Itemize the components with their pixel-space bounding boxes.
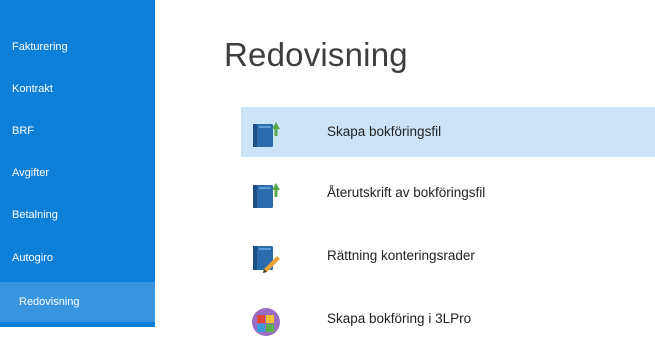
action-label: Skapa bokföring i 3LPro <box>327 311 472 326</box>
sidebar-item-avgifter[interactable]: Avgifter <box>0 153 155 193</box>
action-label: Skapa bokföringsfil <box>327 124 442 139</box>
book-upload-icon <box>250 117 282 149</box>
book-edit-icon <box>250 241 282 273</box>
action-aterutskrift-bokforingsfil[interactable]: Återutskrift av bokföringsfil <box>241 168 655 218</box>
sidebar-item-brf[interactable]: BRF <box>0 111 155 151</box>
page-title: Redovisning <box>224 36 408 73</box>
sidebar: Fakturering Kontrakt BRF Avgifter Betaln… <box>0 0 155 327</box>
sidebar-item-redovisning[interactable]: Redovisning <box>0 282 155 322</box>
action-label: Återutskrift av bokföringsfil <box>327 185 486 200</box>
book-upload-icon <box>250 178 282 210</box>
action-skapa-bokforingsfil[interactable]: Skapa bokföringsfil <box>241 107 655 157</box>
action-skapa-bokforing-3lpro[interactable]: Skapa bokföring i 3LPro <box>241 294 655 344</box>
sidebar-item-autogiro[interactable]: Autogiro <box>0 238 155 278</box>
3lpro-app-icon <box>250 304 282 336</box>
action-label: Rättning konteringsrader <box>327 248 475 263</box>
sidebar-item-fakturering[interactable]: Fakturering <box>0 27 155 67</box>
sidebar-item-betalning[interactable]: Betalning <box>0 195 155 235</box>
action-rattning-konteringsrader[interactable]: Rättning konteringsrader <box>241 231 655 281</box>
sidebar-item-kontrakt[interactable]: Kontrakt <box>0 69 155 109</box>
